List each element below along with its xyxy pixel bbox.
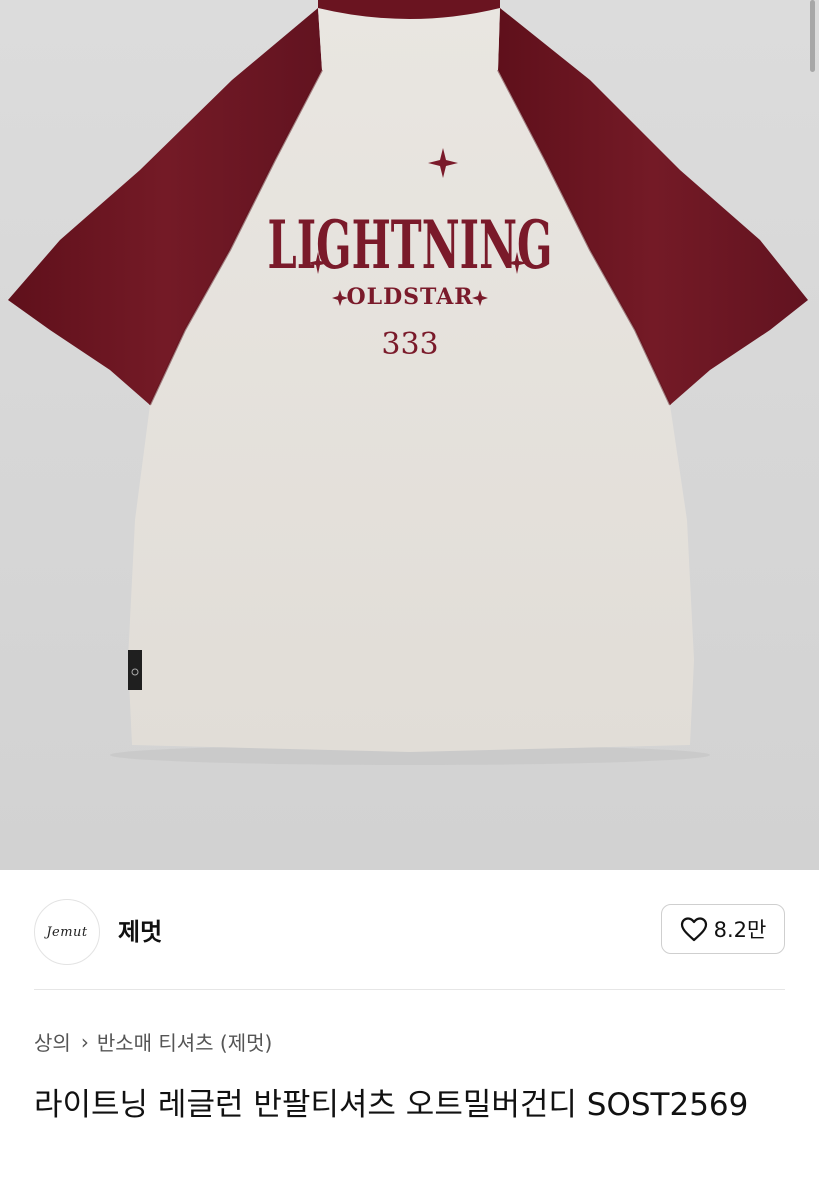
seller-logo-text: Jemut [46,924,88,940]
breadcrumb-category[interactable]: 상의 [34,1027,71,1056]
product-title: 라이트닝 레글런 반팔티셔츠 오트밀버건디 SOST2569 [34,1087,749,1123]
chevron-right-icon: › [80,1029,89,1054]
product-image[interactable]: LIGHTNING OLDSTAR 333 [0,0,819,870]
scrollbar[interactable] [810,0,815,72]
like-count: 8.2만 [713,918,767,942]
breadcrumb: 상의 › 반소매 티셔츠 (제멋) [34,1027,272,1056]
print-sub-text: OLDSTAR [346,284,473,310]
breadcrumb-subcategory[interactable]: 반소매 티셔츠 (제멋) [97,1027,273,1056]
print-main-text: LIGHTNING [268,206,553,284]
seller-avatar[interactable]: Jemut [34,899,100,965]
divider [34,989,785,990]
side-tag [128,650,142,690]
seller-name[interactable]: 제멋 [118,912,162,947]
heart-outline-icon [680,917,707,942]
like-button[interactable]: 8.2만 [661,904,785,954]
tshirt-illustration: LIGHTNING OLDSTAR 333 [8,0,808,765]
print-number-text: 333 [381,327,438,362]
